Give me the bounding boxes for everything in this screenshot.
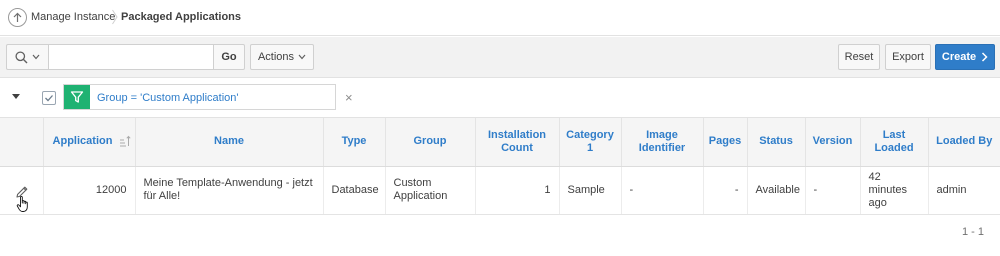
hand-cursor-icon [16, 195, 28, 212]
table-row: 12000 Meine Template-Anwendung - jetzt f… [0, 166, 1000, 215]
up-arrow-icon [13, 12, 22, 22]
breadcrumb-link-manage-instance[interactable]: Manage Instance [31, 11, 115, 23]
column-header-name[interactable]: Name [135, 118, 324, 167]
chevron-right-icon [982, 52, 988, 62]
column-header-application[interactable]: Application [43, 118, 136, 167]
create-button[interactable]: Create [935, 44, 995, 70]
cell-type: Database [323, 166, 386, 215]
pagination-info: 1 - 1 [961, 226, 984, 238]
cell-last-loaded: 42 minutes ago [860, 166, 929, 215]
up-arrow-button[interactable] [8, 8, 27, 27]
column-header-pages[interactable]: Pages [703, 118, 748, 167]
cell-version: - [805, 166, 861, 215]
column-header-installation-count[interactable]: Installation Count [475, 118, 560, 167]
column-header-image-identifier[interactable]: Image Identifier [621, 118, 704, 167]
reset-button[interactable]: Reset [838, 44, 880, 70]
create-label: Create [941, 51, 977, 63]
column-header-edit [0, 118, 44, 167]
cell-status: Available [747, 166, 806, 215]
column-header-label: Application [52, 135, 113, 148]
cell-installation-count: 1 [475, 166, 560, 215]
cell-application: 12000 [43, 166, 136, 215]
actions-menu-button[interactable]: Actions [250, 44, 314, 70]
filter-enable-checkbox[interactable] [42, 91, 56, 105]
cell-category-1: Sample [559, 166, 622, 215]
filter-funnel-icon [64, 85, 90, 109]
export-button[interactable]: Export [885, 44, 931, 70]
report-toolbar: Go Actions Reset Export Create [0, 37, 1000, 78]
edit-cell[interactable] [0, 166, 44, 215]
breadcrumb: Manage Instance Packaged Applications [0, 0, 1000, 36]
sort-ascending-icon [119, 136, 131, 147]
remove-filter-button[interactable]: × [345, 90, 353, 105]
column-header-version[interactable]: Version [805, 118, 861, 167]
cell-name: Meine Template-Anwendung - jetzt für All… [135, 166, 324, 215]
search-input[interactable] [49, 44, 214, 70]
report-table: Application Name Type Group Installation… [0, 118, 1000, 215]
column-header-last-loaded[interactable]: Last Loaded [860, 118, 929, 167]
chevron-down-icon [298, 54, 306, 60]
checkmark-icon [45, 95, 53, 102]
page-title: Packaged Applications [121, 11, 242, 23]
cell-pages: - [703, 166, 748, 215]
filter-bar: Group = 'Custom Application' × [0, 78, 1000, 118]
actions-label: Actions [257, 51, 295, 63]
column-header-status[interactable]: Status [747, 118, 806, 167]
chevron-down-icon [32, 54, 40, 60]
column-header-category-1[interactable]: Category 1 [559, 118, 622, 167]
cell-group: Custom Application [385, 166, 476, 215]
column-header-group[interactable]: Group [385, 118, 476, 167]
chevron-right-icon [112, 9, 118, 25]
filter-pill: Group = 'Custom Application' [63, 84, 336, 110]
filter-expression[interactable]: Group = 'Custom Application' [97, 92, 238, 104]
cell-loaded-by: admin [928, 166, 1000, 215]
cell-image-identifier: - [621, 166, 704, 215]
go-button[interactable]: Go [213, 44, 245, 70]
column-header-loaded-by[interactable]: Loaded By [928, 118, 1000, 167]
table-header-row: Application Name Type Group Installation… [0, 118, 1000, 167]
search-icon [15, 50, 28, 63]
collapse-toggle-icon[interactable] [12, 94, 20, 99]
column-header-type[interactable]: Type [323, 118, 386, 167]
search-column-selector[interactable] [6, 44, 49, 70]
